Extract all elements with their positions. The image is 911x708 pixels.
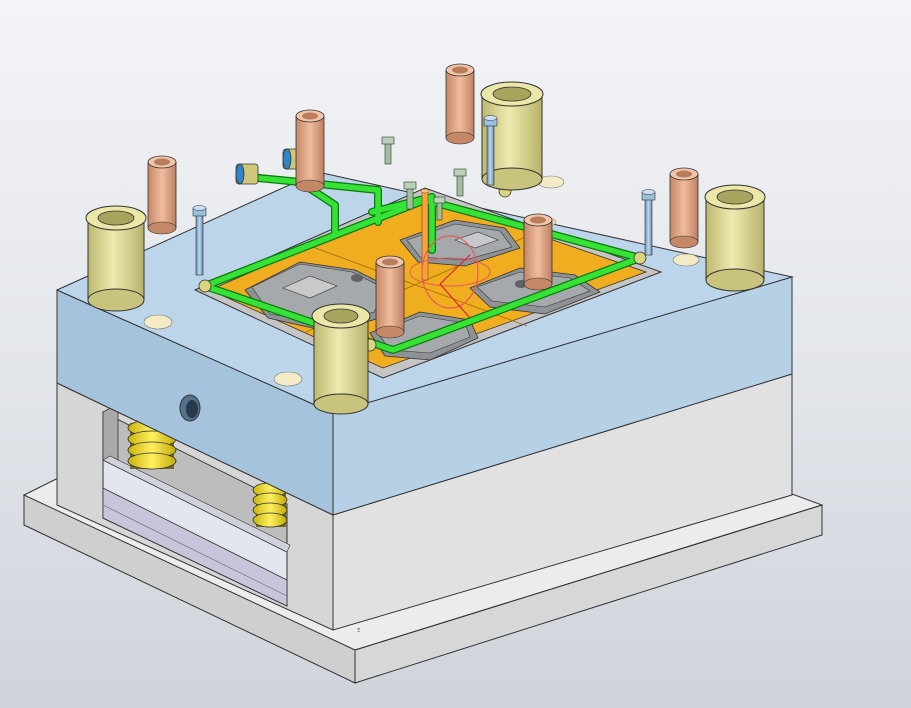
locating-pin-4[interactable]: [669, 167, 699, 249]
hose-fitting-left[interactable]: [235, 163, 259, 185]
cap-screw-green-3[interactable]: [453, 168, 467, 197]
guide-bushing-front[interactable]: [311, 303, 371, 415]
base-plate-mark: Ξ: [357, 628, 360, 634]
cap-screw-green-1[interactable]: [381, 136, 395, 165]
mold-assembly-model[interactable]: Ξ: [0, 0, 911, 708]
locating-pin-1[interactable]: [147, 155, 177, 235]
guide-bushing-left[interactable]: [85, 205, 147, 312]
cad-viewport[interactable]: Ξ: [0, 0, 911, 708]
locating-pin-6[interactable]: [375, 255, 405, 339]
locating-pin-3[interactable]: [445, 63, 475, 145]
guide-bushing-right[interactable]: [704, 184, 766, 292]
locating-pin-2[interactable]: [295, 109, 325, 193]
side-water-port: [179, 394, 201, 422]
locating-pin-5[interactable]: [523, 213, 553, 291]
